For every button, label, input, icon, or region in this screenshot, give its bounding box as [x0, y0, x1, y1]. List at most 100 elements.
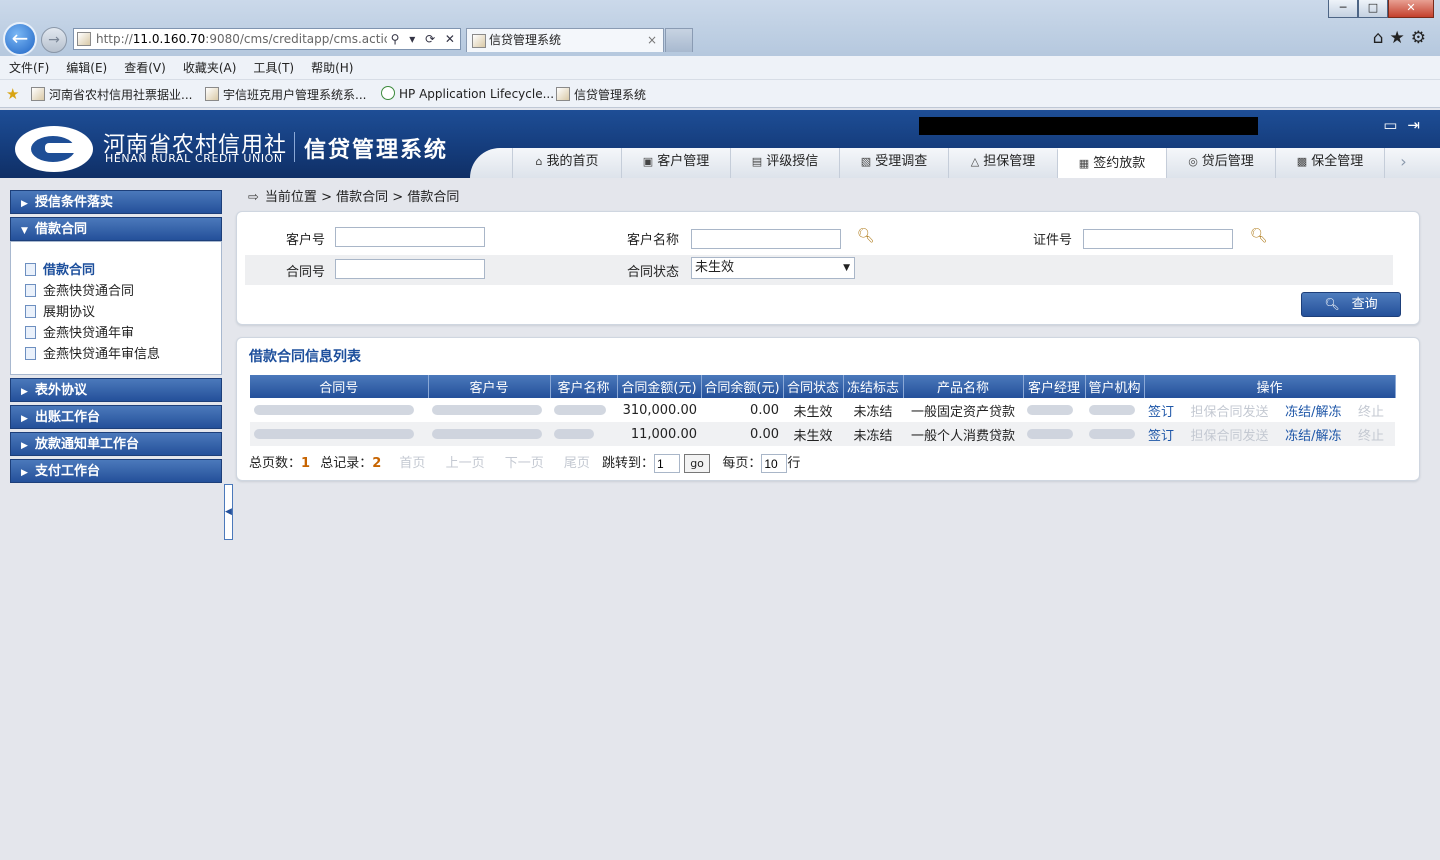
tab-survey[interactable]: ▧ 受理调查	[839, 148, 948, 178]
contract-no-input[interactable]	[335, 259, 485, 279]
favorite-link[interactable]: 河南省农村信用社票据业...	[31, 86, 192, 103]
menu-favorites[interactable]: 收藏夹(A)	[174, 56, 245, 76]
tab-close-icon[interactable]: ×	[647, 29, 657, 51]
column-header[interactable]: 客户名称	[550, 375, 618, 398]
column-header[interactable]: 冻结标志	[843, 375, 904, 398]
per-page-label: 每页：	[722, 456, 762, 471]
tab-rating[interactable]: ▤ 评级授信	[730, 148, 839, 178]
customer-name-input[interactable]	[691, 229, 841, 249]
jump-label: 跳转到：	[602, 456, 655, 471]
sidebar-item-jinyan-contract[interactable]: 金燕快贷通合同	[11, 281, 221, 302]
id-no-input[interactable]	[1083, 229, 1233, 249]
survey-icon: ▧	[860, 155, 872, 168]
sidebar-item-annual-review-info[interactable]: 金燕快贷通年审信息	[11, 344, 221, 365]
favorite-link[interactable]: 宇信班克用户管理系统系...	[205, 86, 366, 103]
menu-help[interactable]: 帮助(H)	[302, 56, 361, 76]
tab-preserve[interactable]: ▩ 保全管理	[1275, 148, 1384, 178]
back-arrow-icon: ←	[11, 26, 29, 50]
sidebar-group-notice[interactable]: ▶ 放款通知单工作台	[10, 432, 222, 456]
sidebar-submenu: 借款合同 金燕快贷通合同 展期协议 金燕快贷通年审 金燕快贷通年审信息	[10, 241, 222, 375]
sign-link[interactable]: 签订	[1148, 429, 1174, 444]
first-page-link: 首页	[399, 456, 426, 471]
tab-label: 我的首页	[546, 154, 599, 169]
maximize-button[interactable]: □	[1358, 0, 1388, 18]
address-bar-icons[interactable]: ⚲ ▾ ⟳ ✕	[386, 29, 458, 49]
favorites-star-icon[interactable]: ★	[6, 85, 19, 103]
sidebar-item-label: 展期协议	[43, 305, 96, 320]
menu-tools[interactable]: 工具(T)	[244, 56, 302, 76]
amount-cell: 310,000.00	[617, 398, 701, 422]
preserve-icon: ▩	[1296, 155, 1308, 168]
tab-postloan[interactable]: ◎ 贷后管理	[1166, 148, 1275, 178]
favorite-label: 信贷管理系统	[574, 88, 647, 102]
favorite-link[interactable]: 信贷管理系统	[556, 86, 646, 103]
id-search-icon[interactable]: 🔍︎	[1250, 228, 1268, 244]
new-tab-button[interactable]	[665, 28, 693, 52]
logout-icon[interactable]: ⇥	[1407, 116, 1430, 134]
column-header[interactable]: 合同号	[250, 375, 429, 398]
nav-scroll-right-button[interactable]: ›	[1384, 148, 1422, 178]
sidebar-group-offbalance[interactable]: ▶ 表外协议	[10, 378, 222, 402]
sidebar-item-loan-contract[interactable]: 借款合同	[11, 260, 221, 281]
column-header[interactable]: 合同余额(元)	[701, 375, 784, 398]
customer-search-icon[interactable]: 🔍︎	[857, 228, 875, 244]
back-button[interactable]: ←	[3, 22, 37, 56]
tab-customer[interactable]: ▣ 客户管理	[621, 148, 730, 178]
table-row[interactable]: 310,000.00 0.00 未生效 未冻结 一般固定资产贷款 签订 担保合同…	[250, 398, 1395, 422]
tab-label: 客户管理	[657, 154, 710, 169]
balance-cell: 0.00	[701, 422, 783, 446]
table-row[interactable]: 11,000.00 0.00 未生效 未冻结 一般个人消费贷款 签订 担保合同发…	[250, 422, 1395, 446]
tab-guarantee[interactable]: △ 担保管理	[948, 148, 1057, 178]
column-header[interactable]: 合同状态	[783, 375, 844, 398]
per-page-input[interactable]	[761, 454, 788, 473]
sign-link[interactable]: 签订	[1148, 405, 1174, 420]
browser-tab[interactable]: 信贷管理系统 ×	[466, 28, 664, 52]
sidebar-item-annual-review[interactable]: 金燕快贷通年审	[11, 323, 221, 344]
manager-cell	[1023, 398, 1085, 422]
contract-status-select[interactable]: 未生效 ▼	[691, 257, 855, 279]
sidebar-group-loan-contract[interactable]: ▼ 借款合同	[10, 217, 222, 241]
forward-button[interactable]: →	[41, 27, 67, 53]
sidebar-item-extension[interactable]: 展期协议	[11, 302, 221, 323]
close-window-button[interactable]: ✕	[1388, 0, 1434, 18]
browser-home-favorites-tools-icons[interactable]: ⌂★⚙	[1373, 28, 1432, 48]
minimize-button[interactable]: ─	[1328, 0, 1358, 18]
column-header[interactable]: 客户经理	[1023, 375, 1086, 398]
menu-edit[interactable]: 编辑(E)	[57, 56, 115, 76]
send-guarantee-link: 担保合同发送	[1190, 428, 1269, 444]
sidebar-collapse-handle[interactable]: ◀	[224, 484, 233, 540]
sidebar-group-credit-conditions[interactable]: ▶ 授信条件落实	[10, 190, 222, 214]
go-button[interactable]: go	[684, 454, 710, 473]
tab-label: 保全管理	[1311, 154, 1364, 169]
favorite-link[interactable]: HP Application Lifecycle...	[381, 86, 554, 101]
page-icon	[556, 87, 570, 101]
freeze-link[interactable]: 冻结/解冻	[1285, 405, 1341, 420]
breadcrumb: ⇨ 当前位置 > 借款合同 > 借款合同	[248, 186, 459, 205]
redacted-value	[1089, 405, 1135, 415]
tab-label: 受理调查	[875, 154, 928, 169]
customer-no-input[interactable]	[335, 227, 485, 247]
breadcrumb-label: 当前位置	[264, 190, 317, 205]
location-icon: ⇨	[248, 190, 259, 205]
product-cell: 一般个人消费贷款	[903, 422, 1023, 446]
menu-view[interactable]: 查看(V)	[115, 56, 174, 76]
menu-file[interactable]: 文件(F)	[0, 56, 57, 76]
jump-page-input[interactable]	[654, 454, 681, 473]
column-header[interactable]: 管户机构	[1085, 375, 1145, 398]
sidebar-group-payment[interactable]: ▶ 支付工作台	[10, 459, 222, 483]
document-icon	[25, 347, 36, 360]
column-header[interactable]: 合同金额(元)	[617, 375, 702, 398]
freeze-link[interactable]: 冻结/解冻	[1285, 429, 1341, 444]
query-button-label: 查询	[1351, 297, 1378, 312]
tab-contract-loan[interactable]: ▦ 签约放款	[1057, 148, 1166, 178]
tab-home[interactable]: ⌂ 我的首页	[512, 148, 621, 178]
total-pages-label: 总页数：	[249, 456, 302, 471]
address-bar[interactable]: http://11.0.160.70:9080/cms/creditapp/cm…	[73, 28, 461, 50]
column-header[interactable]: 产品名称	[903, 375, 1024, 398]
column-header[interactable]: 客户号	[428, 375, 551, 398]
window-controls: ─ □ ✕	[1328, 0, 1434, 18]
query-button[interactable]: 🔍︎ 查询	[1301, 292, 1401, 317]
sidebar-group-disbursement[interactable]: ▶ 出账工作台	[10, 405, 222, 429]
desktop-icon[interactable]: ▭	[1383, 116, 1407, 134]
customer-no-cell	[428, 422, 550, 446]
